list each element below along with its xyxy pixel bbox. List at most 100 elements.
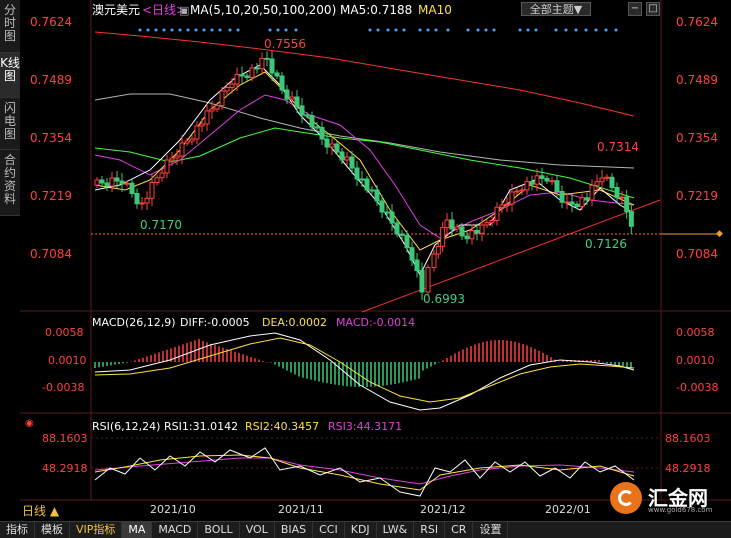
trend-line xyxy=(361,199,661,313)
candle-body xyxy=(324,138,330,148)
settings-icon[interactable]: ▣ xyxy=(179,4,189,17)
symbol-title: 澳元美元 xyxy=(92,3,140,17)
toolbar-item[interactable]: BIAS xyxy=(275,522,314,538)
signal-dot xyxy=(604,28,608,32)
theme-dropdown-button[interactable]: 全部主题▼ xyxy=(521,2,591,16)
toolbar-item[interactable]: CCI xyxy=(313,522,345,538)
candle-body xyxy=(189,138,195,142)
kline-chart[interactable]: 澳元美元 <日线> MA(5,10,20,50,100,200) MA5:0.7… xyxy=(0,0,731,521)
candle-body xyxy=(389,211,395,224)
candlesticks xyxy=(94,51,634,300)
signal-dot xyxy=(492,28,496,32)
signal-dot xyxy=(594,28,598,32)
ma10-value: MA10 xyxy=(418,3,452,17)
toolbar-item[interactable]: 设置 xyxy=(473,522,509,538)
signal-dot xyxy=(402,28,406,32)
candle-body xyxy=(139,202,145,205)
candle-body xyxy=(199,123,205,127)
candle-body xyxy=(109,177,115,187)
candle-body xyxy=(249,67,255,78)
price-tick: 0.7219 xyxy=(30,189,72,203)
toolbar-item[interactable]: 指标 xyxy=(0,522,35,538)
signal-dot xyxy=(476,28,480,32)
ma-params: MA(5,10,20,50,100,200) xyxy=(190,3,336,17)
candle-body xyxy=(479,224,485,234)
toolbar-item[interactable]: KDJ xyxy=(345,522,377,538)
price-tick: 0.7489 xyxy=(676,73,718,87)
candle-body xyxy=(628,211,634,227)
candle-body xyxy=(124,182,130,185)
candle-body xyxy=(614,187,620,199)
rsi-settings-icon[interactable]: ◉ xyxy=(25,418,34,429)
signal-dot xyxy=(446,28,450,32)
candle-body xyxy=(339,151,345,161)
candle-body xyxy=(129,182,135,194)
signal-dot xyxy=(584,28,588,32)
candle-body xyxy=(234,74,240,85)
candle-body xyxy=(469,230,475,240)
candle-body xyxy=(354,167,360,180)
candle-body xyxy=(184,140,190,144)
signal-dot xyxy=(368,28,372,32)
price-tick: 0.7084 xyxy=(30,247,72,261)
candle-body xyxy=(489,220,495,224)
candle-body xyxy=(459,226,465,237)
candle-body xyxy=(329,143,335,148)
candle-body xyxy=(359,178,365,181)
toolbar-item[interactable]: RSI xyxy=(414,522,446,538)
signal-dots xyxy=(138,28,618,32)
toolbar-item[interactable]: 模板 xyxy=(35,522,70,538)
macd-tick: 0.0010 xyxy=(676,354,715,367)
restore-button[interactable]: □ xyxy=(646,2,660,16)
candle-body xyxy=(309,115,315,128)
candle-body xyxy=(289,96,295,100)
candle-body xyxy=(154,177,160,183)
toolbar-item[interactable]: VOL xyxy=(240,522,275,538)
signal-dot xyxy=(518,28,522,32)
candle-body xyxy=(374,189,380,202)
macd-label: MACD(26,12,9) xyxy=(92,316,176,329)
candle-body xyxy=(444,219,450,229)
candle-body xyxy=(435,245,441,255)
signal-dot xyxy=(418,28,422,32)
toolbar-item[interactable]: LW& xyxy=(377,522,415,538)
signal-dot xyxy=(484,28,488,32)
indicator-toolbar: 指标 模板 VIP指标 MA MACD BOLL VOL BIAS CCI KDJ LW& RSI CR… xyxy=(0,521,731,538)
candle-body xyxy=(269,58,275,74)
macd-tick: 0.0058 xyxy=(45,326,84,339)
candle-body xyxy=(549,180,555,183)
signal-dot xyxy=(376,28,380,32)
price-tick: 0.7624 xyxy=(676,15,718,29)
candle-body xyxy=(404,234,410,249)
toolbar-item[interactable]: BOLL xyxy=(198,522,240,538)
candle-body xyxy=(399,233,405,236)
candle-body xyxy=(119,180,125,185)
candle-body xyxy=(99,179,105,184)
candle-body xyxy=(579,197,585,207)
signal-dot xyxy=(186,28,190,32)
signal-dot xyxy=(526,28,530,32)
rsi-tick: 48.2918 xyxy=(665,462,711,475)
candle-body xyxy=(589,184,595,201)
toolbar-item[interactable]: VIP指标 xyxy=(70,522,123,538)
candle-body xyxy=(504,203,510,206)
signal-dot xyxy=(202,28,206,32)
candle-body xyxy=(169,157,175,161)
candle-body xyxy=(219,90,225,106)
candle-body xyxy=(244,75,250,78)
period-selector[interactable]: 日线 ▲ xyxy=(22,503,84,519)
candle-body xyxy=(564,201,570,204)
toolbar-item[interactable]: CR xyxy=(445,522,474,538)
minimize-button[interactable]: − xyxy=(628,2,642,16)
macd-dea-line xyxy=(94,337,635,403)
toolbar-item[interactable]: MA xyxy=(122,522,153,538)
candle-body xyxy=(509,191,515,205)
candle-body xyxy=(599,177,605,183)
candle-body xyxy=(264,57,270,60)
macd-tick: 0.0058 xyxy=(676,326,715,339)
toolbar-item[interactable]: MACD xyxy=(152,522,199,538)
date-tick: 2021/10 xyxy=(150,503,196,516)
signal-dot xyxy=(146,28,150,32)
price-tick: 0.7084 xyxy=(676,247,718,261)
candle-body xyxy=(334,143,340,153)
